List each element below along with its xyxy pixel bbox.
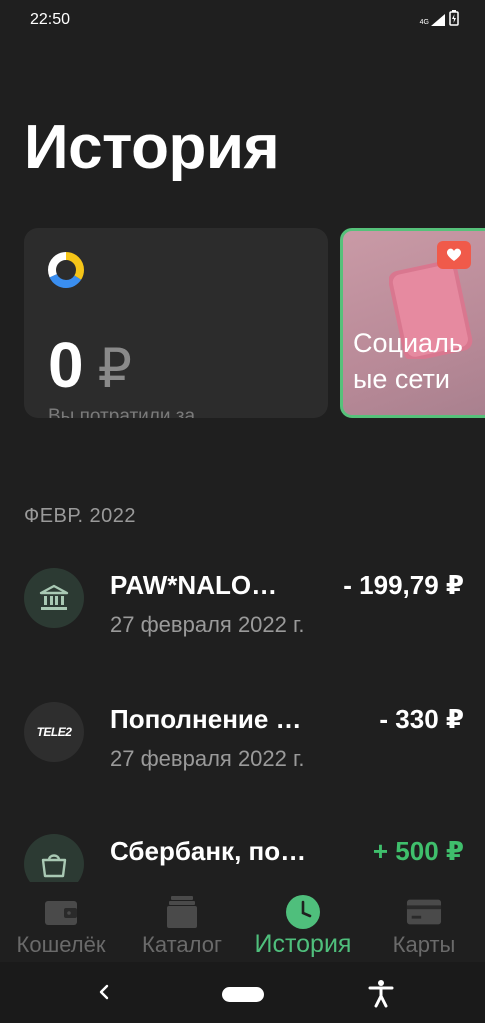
spending-amount: 0 ₽ <box>48 328 132 402</box>
transaction-amount: + 500 ₽ <box>372 836 464 866</box>
wallet-icon <box>43 894 79 930</box>
nav-wallet[interactable]: Кошелёк <box>6 882 116 962</box>
social-networks-promo-card[interactable]: Социаль ые сети <box>340 228 485 418</box>
transaction-date: 27 февраля 2022 г. <box>110 746 305 771</box>
tele2-logo: TELE2 <box>36 725 72 739</box>
transaction-title: PAW*NALO… <box>110 570 278 600</box>
transaction-avatar: TELE2 <box>24 702 84 762</box>
catalog-icon <box>164 894 200 930</box>
card-icon <box>406 894 442 930</box>
status-bar: 22:50 4G <box>0 0 485 40</box>
nav-wallet-label: Кошелёк <box>16 932 106 957</box>
transaction-title: Пополнение … <box>110 704 302 734</box>
spending-caption: Вы потратили за <box>48 406 196 418</box>
bank-icon <box>39 584 69 610</box>
transaction-amount: - 330 ₽ <box>379 704 464 734</box>
nav-catalog-label: Каталог <box>142 932 222 957</box>
status-time: 22:50 <box>30 11 71 28</box>
spending-value: 0 <box>48 329 84 401</box>
nav-history-label: История <box>254 930 352 958</box>
transaction-amount: - 199,79 ₽ <box>343 570 464 600</box>
transaction-avatar <box>24 568 84 628</box>
transaction-title: Сбербанк, по… <box>110 836 307 866</box>
cards-carousel[interactable]: 0 ₽ Вы потратили за Социаль ые сети <box>24 228 485 420</box>
transaction-row[interactable]: TELE2 Пополнение … - 330 ₽ 27 февраля 20… <box>24 702 464 792</box>
back-icon[interactable] <box>94 980 114 1004</box>
home-pill-button[interactable] <box>222 987 264 1002</box>
page-title: История <box>24 113 280 182</box>
system-navigation-bar <box>0 962 485 1023</box>
signal-icon <box>431 14 445 26</box>
nav-cards[interactable]: Карты <box>382 882 466 962</box>
transaction-date: 27 февраля 2022 г. <box>110 612 305 637</box>
clock-icon <box>285 894 321 930</box>
promo-label: Социаль ые сети <box>353 328 463 394</box>
battery-icon <box>449 10 459 26</box>
shopping-bag-icon <box>41 854 67 878</box>
transaction-row[interactable]: PAW*NALO… - 199,79 ₽ 27 февраля 2022 г. <box>24 568 464 658</box>
spending-currency: ₽ <box>97 339 132 399</box>
bottom-navigation: Кошелёк Каталог История Карты <box>0 882 485 962</box>
nav-catalog[interactable]: Каталог <box>130 882 234 962</box>
spending-ring-icon <box>48 252 84 288</box>
status-icons: 4G <box>420 10 459 26</box>
accessibility-icon[interactable] <box>366 978 396 1008</box>
network-type: 4G <box>419 19 429 26</box>
nav-history[interactable]: История <box>246 882 360 962</box>
nav-cards-label: Карты <box>392 932 456 957</box>
spending-card[interactable]: 0 ₽ Вы потратили за <box>24 228 328 418</box>
month-header: ФЕВР. 2022 <box>24 505 137 527</box>
